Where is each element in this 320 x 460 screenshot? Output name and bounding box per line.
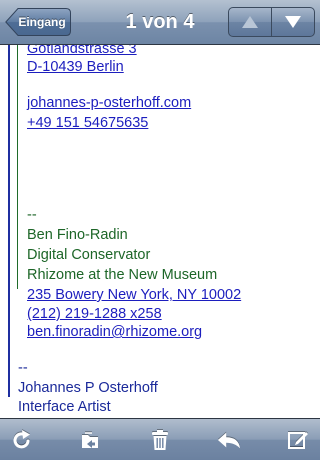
- reply-button[interactable]: [217, 428, 241, 452]
- ben-email-link[interactable]: ben.finoradin@rhizome.org: [27, 322, 202, 342]
- refresh-button[interactable]: [10, 428, 34, 452]
- previous-message-button[interactable]: [229, 8, 271, 36]
- refresh-icon: [13, 429, 30, 448]
- compose-icon: [288, 431, 308, 449]
- quote-bar-inner: [17, 45, 18, 289]
- message-counter-title: 1 von 4: [125, 11, 195, 33]
- next-message-button[interactable]: [271, 8, 314, 36]
- navigation-bar: Eingang 1 von 4: [0, 0, 320, 45]
- reply-icon: [217, 432, 241, 448]
- trash-icon: [152, 429, 168, 450]
- ben-name: Ben Fino-Radin: [27, 227, 128, 243]
- address-city-link[interactable]: D-10439 Berlin: [27, 57, 124, 77]
- move-message-button[interactable]: [79, 428, 103, 452]
- back-button-eingang[interactable]: Eingang: [5, 8, 71, 36]
- arrow-up-icon: [242, 16, 258, 28]
- arrow-down-icon: [285, 16, 301, 28]
- johannes-role: Interface Artist: [18, 399, 111, 415]
- delete-button[interactable]: [148, 428, 172, 452]
- compose-button[interactable]: [286, 428, 310, 452]
- johannes-phone-link[interactable]: +49 151 54675635: [27, 113, 148, 133]
- signature-separator: --: [27, 207, 37, 223]
- ben-organization: Rhizome at the New Museum: [27, 267, 218, 283]
- ben-phone-link[interactable]: (212) 219-1288 x258: [27, 304, 162, 324]
- message-body[interactable]: Gotlandstrasse 3 D-10439 Berlin johannes…: [0, 45, 320, 418]
- johannes-email-link[interactable]: johannes-p-osterhoff.com: [27, 93, 191, 113]
- signature-separator: --: [18, 360, 28, 376]
- ben-role: Digital Conservator: [27, 247, 151, 263]
- johannes-name: Johannes P Osterhoff: [18, 380, 158, 396]
- back-button-label: Eingang: [18, 15, 66, 29]
- quote-bar-outer: [8, 45, 10, 397]
- bottom-toolbar: [0, 418, 320, 460]
- move-folder-icon: [82, 431, 98, 448]
- message-navigation-control: [228, 7, 315, 37]
- ben-address-link[interactable]: 235 Bowery New York, NY 10002: [27, 285, 241, 305]
